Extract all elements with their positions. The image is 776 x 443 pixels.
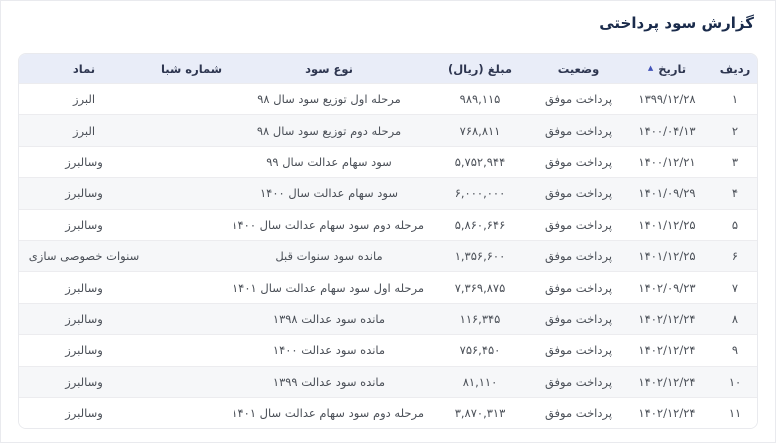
table-row: ۱۱۱۴۰۲/۱۲/۲۴پرداخت موفق۳,۸۷۰,۳۱۳مرحله دو… <box>19 397 757 428</box>
cell-radif: ۱۱ <box>713 406 757 420</box>
cell-symbol: وسالبرز <box>19 375 149 389</box>
column-header-amount: مبلغ (ریال) <box>424 62 536 76</box>
cell-amount: ۹۸۹,۱۱۵ <box>424 92 536 106</box>
cell-radif: ۳ <box>713 155 757 169</box>
table-row: ۲۱۴۰۰/۰۴/۱۳پرداخت موفق۷۶۸,۸۱۱مرحله دوم ت… <box>19 114 757 145</box>
cell-type: سود سهام عدالت سال ۱۴۰۰ <box>234 186 424 200</box>
cell-date: ۱۴۰۲/۱۲/۲۴ <box>621 312 713 326</box>
cell-date: ۱۳۹۹/۱۲/۲۸ <box>621 92 713 106</box>
cell-type: مانده سود عدالت ۱۳۹۸ <box>234 312 424 326</box>
cell-type: مانده سود سنوات قبل <box>234 249 424 263</box>
paid-dividend-report-page: گزارش سود پرداختی ردیف تاریخ ▲ وضعیت مبل… <box>0 0 776 443</box>
cell-radif: ۱۰ <box>713 375 757 389</box>
cell-type: مرحله اول سود سهام عدالت سال ۱۴۰۱ <box>234 281 424 295</box>
cell-symbol: وسالبرز <box>19 312 149 326</box>
cell-type: مرحله دوم سود سهام عدالت سال ۱۴۰۰ <box>234 218 424 232</box>
cell-status: پرداخت موفق <box>536 375 621 389</box>
table-row: ۱۰۱۴۰۲/۱۲/۲۴پرداخت موفق۸۱,۱۱۰مانده سود ع… <box>19 366 757 397</box>
cell-amount: ۷۵۶,۴۵۰ <box>424 343 536 357</box>
cell-symbol: البرز <box>19 92 149 106</box>
cell-date: ۱۴۰۱/۰۹/۲۹ <box>621 186 713 200</box>
cell-date: ۱۴۰۱/۱۲/۲۵ <box>621 218 713 232</box>
cell-type: سود سهام عدالت سال ۹۹ <box>234 155 424 169</box>
cell-amount: ۷,۳۶۹,۸۷۵ <box>424 281 536 295</box>
table-row: ۹۱۴۰۲/۱۲/۲۴پرداخت موفق۷۵۶,۴۵۰مانده سود ع… <box>19 334 757 365</box>
table-body: ۱۱۳۹۹/۱۲/۲۸پرداخت موفق۹۸۹,۱۱۵مرحله اول ت… <box>19 83 757 428</box>
cell-type: مرحله دوم سود سهام عدالت سال ۱۴۰۱ <box>234 406 424 420</box>
cell-amount: ۳,۸۷۰,۳۱۳ <box>424 406 536 420</box>
cell-date: ۱۴۰۱/۱۲/۲۵ <box>621 249 713 263</box>
cell-radif: ۵ <box>713 218 757 232</box>
cell-symbol: وسالبرز <box>19 186 149 200</box>
page-title: گزارش سود پرداختی <box>599 14 754 32</box>
cell-amount: ۶,۰۰۰,۰۰۰ <box>424 186 536 200</box>
cell-radif: ۷ <box>713 281 757 295</box>
cell-type: مرحله دوم توزیع سود سال ۹۸ <box>234 124 424 138</box>
cell-symbol: وسالبرز <box>19 343 149 357</box>
column-header-dividend-type: نوع سود <box>234 62 424 76</box>
column-header-date-label: تاریخ <box>658 62 686 76</box>
cell-date: ۱۴۰۰/۱۲/۲۱ <box>621 155 713 169</box>
cell-status: پرداخت موفق <box>536 249 621 263</box>
cell-symbol: البرز <box>19 124 149 138</box>
cell-amount: ۵,۸۶۰,۶۴۶ <box>424 218 536 232</box>
cell-radif: ۱ <box>713 92 757 106</box>
column-header-sheba-number: شماره شبا <box>149 62 234 76</box>
cell-symbol: وسالبرز <box>19 218 149 232</box>
cell-date: ۱۴۰۲/۱۲/۲۴ <box>621 406 713 420</box>
cell-symbol: وسالبرز <box>19 281 149 295</box>
cell-radif: ۸ <box>713 312 757 326</box>
cell-symbol: وسالبرز <box>19 406 149 420</box>
column-header-date[interactable]: تاریخ ▲ <box>621 62 713 76</box>
cell-date: ۱۴۰۲/۰۹/۲۳ <box>621 281 713 295</box>
cell-radif: ۴ <box>713 186 757 200</box>
cell-type: مرحله اول توزیع سود سال ۹۸ <box>234 92 424 106</box>
cell-date: ۱۴۰۲/۱۲/۲۴ <box>621 375 713 389</box>
column-header-radif: ردیف <box>713 62 757 76</box>
cell-status: پرداخت موفق <box>536 186 621 200</box>
dividend-table: ردیف تاریخ ▲ وضعیت مبلغ (ریال) نوع سود ش… <box>18 53 758 429</box>
cell-status: پرداخت موفق <box>536 155 621 169</box>
column-header-status: وضعیت <box>536 62 621 76</box>
cell-date: ۱۴۰۰/۰۴/۱۳ <box>621 124 713 138</box>
cell-symbol: وسالبرز <box>19 155 149 169</box>
cell-radif: ۹ <box>713 343 757 357</box>
sort-ascending-icon[interactable]: ▲ <box>648 65 653 72</box>
cell-status: پرداخت موفق <box>536 124 621 138</box>
cell-amount: ۸۱,۱۱۰ <box>424 375 536 389</box>
cell-symbol: سنوات خصوصی سازی <box>19 249 149 263</box>
cell-status: پرداخت موفق <box>536 281 621 295</box>
cell-status: پرداخت موفق <box>536 406 621 420</box>
cell-date: ۱۴۰۲/۱۲/۲۴ <box>621 343 713 357</box>
table-header-row: ردیف تاریخ ▲ وضعیت مبلغ (ریال) نوع سود ش… <box>19 54 757 83</box>
cell-status: پرداخت موفق <box>536 92 621 106</box>
cell-amount: ۱۱۶,۳۴۵ <box>424 312 536 326</box>
cell-status: پرداخت موفق <box>536 218 621 232</box>
table-row: ۸۱۴۰۲/۱۲/۲۴پرداخت موفق۱۱۶,۳۴۵مانده سود ع… <box>19 303 757 334</box>
table-row: ۳۱۴۰۰/۱۲/۲۱پرداخت موفق۵,۷۵۲,۹۴۴سود سهام … <box>19 146 757 177</box>
cell-type: مانده سود عدالت ۱۳۹۹ <box>234 375 424 389</box>
cell-amount: ۷۶۸,۸۱۱ <box>424 124 536 138</box>
table-row: ۱۱۳۹۹/۱۲/۲۸پرداخت موفق۹۸۹,۱۱۵مرحله اول ت… <box>19 83 757 114</box>
cell-radif: ۲ <box>713 124 757 138</box>
table-row: ۵۱۴۰۱/۱۲/۲۵پرداخت موفق۵,۸۶۰,۶۴۶مرحله دوم… <box>19 209 757 240</box>
table-row: ۴۱۴۰۱/۰۹/۲۹پرداخت موفق۶,۰۰۰,۰۰۰سود سهام … <box>19 177 757 208</box>
table-row: ۷۱۴۰۲/۰۹/۲۳پرداخت موفق۷,۳۶۹,۸۷۵مرحله اول… <box>19 271 757 302</box>
column-header-symbol: نماد <box>19 62 149 76</box>
cell-status: پرداخت موفق <box>536 343 621 357</box>
cell-amount: ۵,۷۵۲,۹۴۴ <box>424 155 536 169</box>
cell-radif: ۶ <box>713 249 757 263</box>
cell-status: پرداخت موفق <box>536 312 621 326</box>
cell-amount: ۱,۳۵۶,۶۰۰ <box>424 249 536 263</box>
cell-type: مانده سود عدالت ۱۴۰۰ <box>234 343 424 357</box>
table-row: ۶۱۴۰۱/۱۲/۲۵پرداخت موفق۱,۳۵۶,۶۰۰مانده سود… <box>19 240 757 271</box>
